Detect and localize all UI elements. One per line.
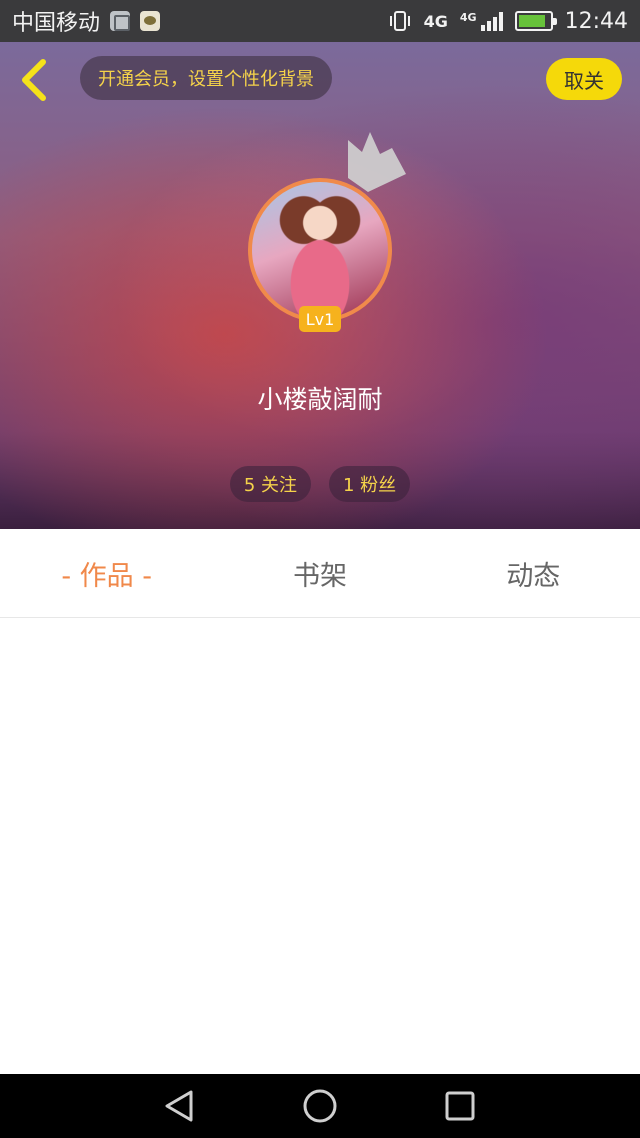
tab-content-area	[0, 618, 640, 1074]
system-nav-bar	[0, 1074, 640, 1138]
profile-header: 开通会员，设置个性化背景 取关 Lv1 小楼敲阔耐 5 关注 1 粉丝	[0, 42, 640, 529]
battery-icon	[514, 11, 557, 31]
level-badge: Lv1	[299, 306, 341, 332]
tab-activity[interactable]: 动态	[427, 554, 640, 593]
clock: 12:44	[564, 8, 628, 34]
triangle-back-icon	[165, 1090, 193, 1122]
network-type-2: 4G	[459, 11, 477, 24]
circle-home-icon	[303, 1089, 337, 1123]
carrier-label: 中国移动	[12, 11, 101, 36]
nav-back-button[interactable]	[156, 1082, 204, 1130]
username: 小楼敲阔耐	[257, 385, 383, 414]
tab-works-label: 作品	[79, 560, 134, 592]
signal-icon	[480, 11, 503, 31]
profile-tabs: - 作品 - 书架 动态	[0, 529, 640, 618]
tab-works[interactable]: - 作品 -	[0, 554, 213, 593]
gallery-notification-icon	[110, 11, 131, 31]
followers-count[interactable]: 1 粉丝	[329, 466, 411, 502]
back-button[interactable]	[14, 56, 54, 104]
status-bar: 中国移动 4G 4G 12:44	[0, 0, 640, 42]
stats-row: 5 关注 1 粉丝	[0, 466, 640, 502]
unfollow-button[interactable]: 取关	[546, 58, 622, 100]
chevron-left-icon	[22, 59, 46, 101]
square-recent-icon	[445, 1091, 475, 1121]
following-count[interactable]: 5 关注	[229, 466, 311, 502]
vibrate-icon	[389, 11, 410, 31]
nav-recent-button[interactable]	[436, 1082, 484, 1130]
avatar[interactable]	[248, 178, 392, 322]
tab-activity-label: 动态	[506, 560, 561, 592]
tab-bookshelf[interactable]: 书架	[213, 554, 426, 593]
network-type-1: 4G	[423, 11, 448, 31]
nav-home-button[interactable]	[296, 1082, 344, 1130]
vip-background-banner[interactable]: 开通会员，设置个性化背景	[80, 56, 332, 100]
chat-notification-icon	[140, 11, 161, 31]
tab-bookshelf-label: 书架	[292, 560, 347, 592]
